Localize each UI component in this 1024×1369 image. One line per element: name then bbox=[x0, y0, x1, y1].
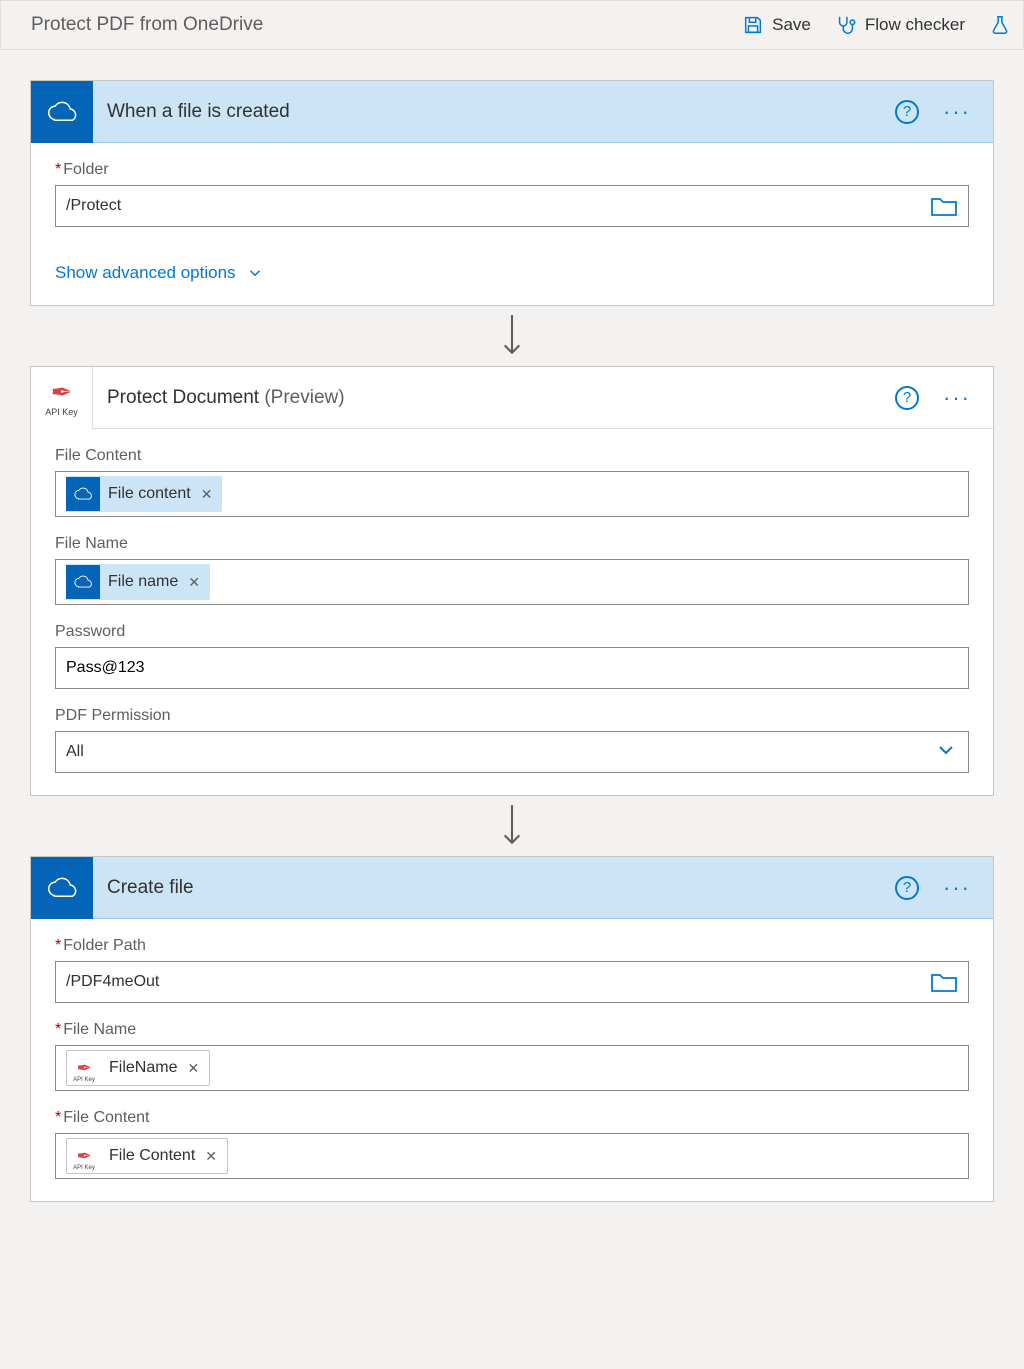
topbar-actions: Save Flow checker bbox=[742, 14, 1011, 36]
file-name-label: File Name bbox=[55, 535, 969, 553]
file-content-token[interactable]: File content ✕ bbox=[66, 476, 222, 512]
trigger-card: When a file is created ? ··· *Folder /Pr… bbox=[30, 80, 994, 306]
filecontent-token[interactable]: ✒API Key File Content ✕ bbox=[66, 1138, 228, 1174]
folderpath-field: *Folder Path /PDF4meOut bbox=[55, 937, 969, 1003]
token-label: FileName bbox=[109, 1059, 177, 1077]
file-name-token[interactable]: File name ✕ bbox=[66, 564, 210, 600]
action-createfile-title: Create file bbox=[107, 877, 881, 899]
filename-label: *File Name bbox=[55, 1021, 969, 1039]
onedrive-icon bbox=[66, 565, 100, 599]
flow-checker-label: Flow checker bbox=[865, 15, 965, 35]
remove-token-icon[interactable]: ✕ bbox=[203, 1148, 219, 1165]
password-field: Password bbox=[55, 623, 969, 689]
action-createfile-body: *Folder Path /PDF4meOut *File Name ✒API … bbox=[31, 919, 993, 1201]
filecontent-label: *File Content bbox=[55, 1109, 969, 1127]
folder-label: *Folder bbox=[55, 161, 969, 179]
show-advanced-label: Show advanced options bbox=[55, 263, 236, 283]
flow-canvas: When a file is created ? ··· *Folder /Pr… bbox=[0, 50, 1024, 1232]
topbar: Protect PDF from OneDrive Save Flow chec… bbox=[0, 0, 1024, 50]
apikey-icon: ✒API Key bbox=[67, 1139, 101, 1173]
filecontent-input[interactable]: ✒API Key File Content ✕ bbox=[55, 1133, 969, 1179]
filename-token[interactable]: ✒API Key FileName ✕ bbox=[66, 1050, 210, 1086]
filename-field: *File Name ✒API Key FileName ✕ bbox=[55, 1021, 969, 1091]
flow-checker-button[interactable]: Flow checker bbox=[835, 14, 965, 36]
folderpath-label: *Folder Path bbox=[55, 937, 969, 955]
password-label: Password bbox=[55, 623, 969, 641]
file-name-input[interactable]: File name ✕ bbox=[55, 559, 969, 605]
trigger-title: When a file is created bbox=[107, 101, 881, 123]
chevron-down-icon bbox=[246, 264, 264, 282]
more-menu[interactable]: ··· bbox=[939, 875, 975, 901]
password-input[interactable] bbox=[55, 647, 969, 689]
flow-arrow bbox=[30, 306, 994, 366]
folder-value: /Protect bbox=[66, 197, 922, 215]
action-protect-header[interactable]: ✒ API Key Protect Document (Preview) ? ·… bbox=[31, 367, 993, 429]
token-label: File Content bbox=[109, 1147, 195, 1165]
action-protect-title: Protect Document (Preview) bbox=[107, 387, 881, 409]
file-content-field: File Content File content ✕ bbox=[55, 447, 969, 517]
save-icon bbox=[742, 14, 764, 36]
file-name-field: File Name File name ✕ bbox=[55, 535, 969, 605]
help-icon[interactable]: ? bbox=[895, 876, 919, 900]
flask-icon bbox=[989, 14, 1011, 36]
trigger-body: *Folder /Protect Show advanced options bbox=[31, 143, 993, 305]
remove-token-icon[interactable]: ✕ bbox=[185, 1060, 201, 1077]
action-protect-body: File Content File content ✕ File Name bbox=[31, 429, 993, 795]
more-menu[interactable]: ··· bbox=[939, 385, 975, 411]
onedrive-icon bbox=[31, 857, 93, 919]
file-content-label: File Content bbox=[55, 447, 969, 465]
action-createfile-header[interactable]: Create file ? ··· bbox=[31, 857, 993, 919]
test-button[interactable] bbox=[989, 14, 1011, 36]
folder-picker-icon[interactable] bbox=[930, 971, 958, 993]
remove-token-icon[interactable]: ✕ bbox=[199, 486, 215, 503]
permission-select[interactable]: All bbox=[55, 731, 969, 773]
stethoscope-icon bbox=[835, 14, 857, 36]
action-protect-card: ✒ API Key Protect Document (Preview) ? ·… bbox=[30, 366, 994, 796]
token-label: File content bbox=[108, 485, 191, 503]
folder-input[interactable]: /Protect bbox=[55, 185, 969, 227]
onedrive-icon bbox=[31, 81, 93, 143]
help-icon[interactable]: ? bbox=[895, 386, 919, 410]
trigger-header[interactable]: When a file is created ? ··· bbox=[31, 81, 993, 143]
remove-token-icon[interactable]: ✕ bbox=[186, 574, 202, 591]
permission-label: PDF Permission bbox=[55, 707, 969, 725]
save-button[interactable]: Save bbox=[742, 14, 811, 36]
apikey-icon: ✒ API Key bbox=[31, 367, 93, 429]
more-menu[interactable]: ··· bbox=[939, 99, 975, 125]
file-content-input[interactable]: File content ✕ bbox=[55, 471, 969, 517]
filename-input[interactable]: ✒API Key FileName ✕ bbox=[55, 1045, 969, 1091]
filecontent-field: *File Content ✒API Key File Content ✕ bbox=[55, 1109, 969, 1179]
chevron-down-icon[interactable] bbox=[934, 738, 958, 767]
folder-picker-icon[interactable] bbox=[930, 195, 958, 217]
folderpath-value: /PDF4meOut bbox=[66, 973, 922, 991]
permission-field: PDF Permission All bbox=[55, 707, 969, 773]
folder-field: *Folder /Protect bbox=[55, 161, 969, 227]
apikey-icon: ✒API Key bbox=[67, 1051, 101, 1085]
help-icon[interactable]: ? bbox=[895, 100, 919, 124]
permission-value: All bbox=[66, 743, 926, 761]
password-value[interactable] bbox=[66, 659, 958, 677]
show-advanced-link[interactable]: Show advanced options bbox=[55, 263, 264, 283]
token-label: File name bbox=[108, 573, 178, 591]
action-createfile-card: Create file ? ··· *Folder Path /PDF4meOu… bbox=[30, 856, 994, 1202]
flow-arrow bbox=[30, 796, 994, 856]
save-label: Save bbox=[772, 15, 811, 35]
folderpath-input[interactable]: /PDF4meOut bbox=[55, 961, 969, 1003]
flow-title: Protect PDF from OneDrive bbox=[13, 14, 742, 36]
onedrive-icon bbox=[66, 477, 100, 511]
